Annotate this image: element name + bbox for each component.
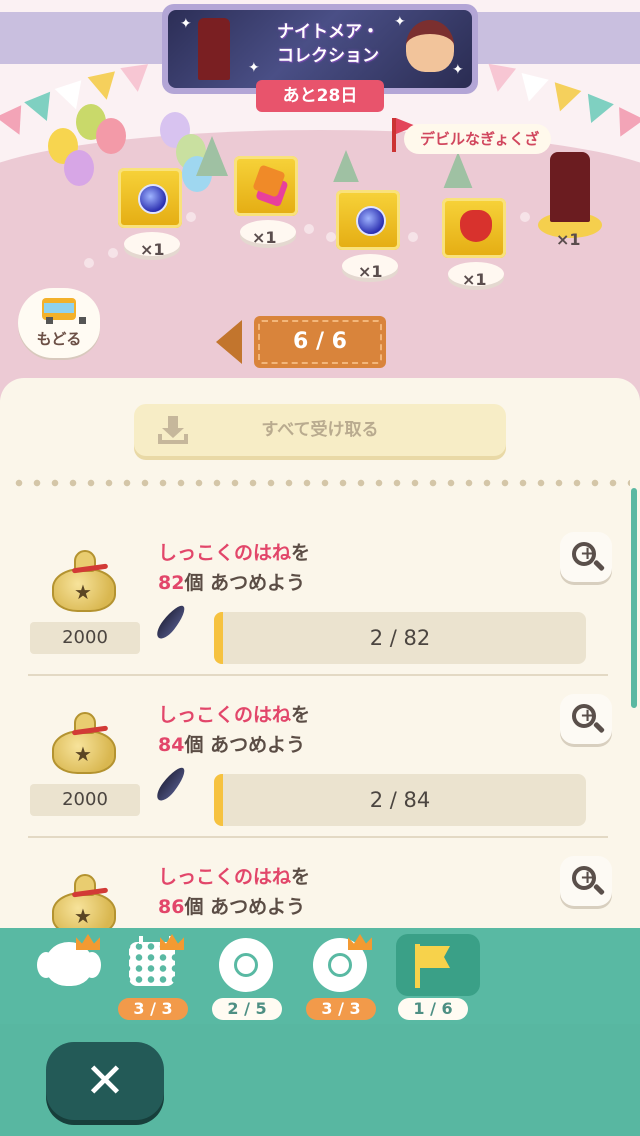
tab-count: 2 / 5 (212, 998, 282, 1020)
count-suffix: 個 あつめよう (184, 572, 306, 594)
progress-bar: 2 / 82 (214, 612, 586, 664)
feather-icon (153, 763, 189, 805)
gems-icon (252, 164, 286, 198)
throne-icon (198, 18, 230, 80)
page-indicator: 6 / 6 (254, 316, 386, 368)
item-particle: を (291, 704, 311, 726)
sparkle-icon: ✦ (452, 62, 464, 78)
progress-bar: 2 / 84 (214, 774, 586, 826)
tab-calendar[interactable]: 3 / 3 (118, 934, 188, 1020)
page-indicator-label: 6 / 6 (258, 320, 382, 364)
sparkle-icon: ✦ (180, 16, 192, 32)
receive-all-button[interactable]: すべて受け取る (134, 404, 506, 456)
task-item-line: しっこくのはねを (158, 700, 310, 727)
feather-icon (153, 601, 189, 643)
tab-timed-1[interactable]: 2 / 5 (212, 936, 282, 1020)
days-left-badge: あと28日 (256, 80, 384, 112)
row-divider (28, 836, 608, 838)
count-suffix: 個 あつめよう (184, 734, 306, 756)
item-name: しっこくのはね (158, 542, 292, 564)
task-panel: すべて受け取る ★ 2000 しっこくのはねを 82個 あつめよう 2 / 82… (0, 378, 640, 938)
count-suffix: 個 あつめよう (184, 896, 306, 918)
row-divider (28, 674, 608, 676)
reward-qty: ×1 (462, 270, 487, 289)
sparkle-icon: ✦ (248, 60, 260, 76)
track-reward-2[interactable]: ×1 (228, 156, 308, 276)
scroll-icon (336, 190, 400, 250)
tab-timed-2[interactable]: 3 / 3 (306, 934, 376, 1020)
zoom-button[interactable]: + (560, 532, 612, 582)
tab-count: 3 / 3 (306, 998, 376, 1020)
red-bag-icon (460, 210, 492, 242)
banner-title-line1: ナイトメア・ (277, 22, 379, 42)
bottom-bar: ✕ (0, 1024, 640, 1136)
target-count: 84 (158, 734, 185, 756)
tab-bar: 3 / 3 2 / 5 3 / 3 1 / 6 (0, 928, 640, 1024)
item-name: しっこくのはね (158, 704, 292, 726)
target-count: 82 (158, 572, 185, 594)
task-row: ★ しっこくのはねを 86個 あつめよう + (0, 836, 640, 938)
tab-event-flag[interactable]: 1 / 6 (396, 934, 480, 1020)
event-scene: ✦ ✦ ✦ ✦ ナイトメア・ コレクション あと28日 デビルなぎょくざ ×1 … (0, 0, 640, 400)
zoom-button[interactable]: + (560, 694, 612, 744)
track-reward-3[interactable]: ×1 (330, 190, 410, 310)
back-label: もどる (36, 330, 82, 348)
banner-art: ✦ ✦ ✦ ✦ ナイトメア・ コレクション (168, 10, 472, 88)
progress-text: 2 / 84 (369, 788, 431, 812)
tab-count: 3 / 3 (118, 998, 188, 1020)
timer-badge-icon (223, 942, 271, 990)
crown-icon (348, 934, 372, 950)
truck-icon (42, 298, 86, 324)
tab-count: 1 / 6 (398, 998, 468, 1020)
flag-icon (409, 942, 457, 990)
back-button[interactable]: もどる (18, 288, 100, 358)
banner-title-line2: コレクション (277, 46, 379, 66)
banner-title: ナイトメア・ コレクション (263, 20, 393, 68)
reward-qty: ×1 (358, 262, 383, 281)
task-count-line: 84個 あつめよう (158, 730, 305, 757)
task-count-line: 86個 あつめよう (158, 892, 305, 919)
task-item-line: しっこくのはねを (158, 862, 310, 889)
bell-bag-icon: ★ (50, 872, 118, 936)
orb-icon (356, 206, 386, 236)
prev-page-arrow[interactable] (216, 320, 242, 364)
close-button[interactable]: ✕ (46, 1042, 164, 1120)
receive-all-label: すべて受け取る (261, 420, 379, 440)
scroll-icon (442, 198, 506, 258)
track-reward-5[interactable]: ×1 (530, 150, 610, 270)
item-particle: を (291, 542, 311, 564)
progress-text: 2 / 82 (369, 626, 431, 650)
zoom-button[interactable]: + (560, 856, 612, 906)
goal-flag-icon (392, 118, 416, 152)
reward-amount: 2000 (30, 784, 140, 816)
reward-amount: 2000 (30, 622, 140, 654)
dotted-divider (10, 478, 630, 488)
scroll-icon (118, 168, 182, 228)
reward-qty: ×1 (140, 240, 165, 259)
tree (443, 152, 473, 188)
character-portrait (406, 20, 454, 72)
sparkle-icon: ✦ (394, 14, 406, 30)
tree (196, 136, 228, 176)
task-item-line: しっこくのはねを (158, 538, 310, 565)
task-count-line: 82個 あつめよう (158, 568, 305, 595)
reward-qty: ×1 (556, 230, 581, 249)
track-reward-4[interactable]: ×1 (436, 198, 516, 318)
crown-icon (76, 934, 100, 950)
bell-bag-icon: ★ (50, 548, 118, 612)
tree (333, 150, 359, 182)
target-count: 86 (158, 896, 185, 918)
throne-icon (550, 152, 590, 222)
task-row: ★ 2000 しっこくのはねを 82個 あつめよう 2 / 82 + (0, 518, 640, 680)
reward-qty: ×1 (252, 228, 277, 247)
track-reward-1[interactable]: ×1 (112, 168, 192, 288)
item-particle: を (291, 866, 311, 888)
orb-icon (138, 184, 168, 214)
scroll-icon (234, 156, 298, 216)
item-name: しっこくのはね (158, 866, 292, 888)
bell-bag-icon: ★ (50, 710, 118, 774)
tab-isabelle[interactable] (34, 934, 104, 1018)
task-row: ★ 2000 しっこくのはねを 84個 あつめよう 2 / 84 + (0, 674, 640, 842)
